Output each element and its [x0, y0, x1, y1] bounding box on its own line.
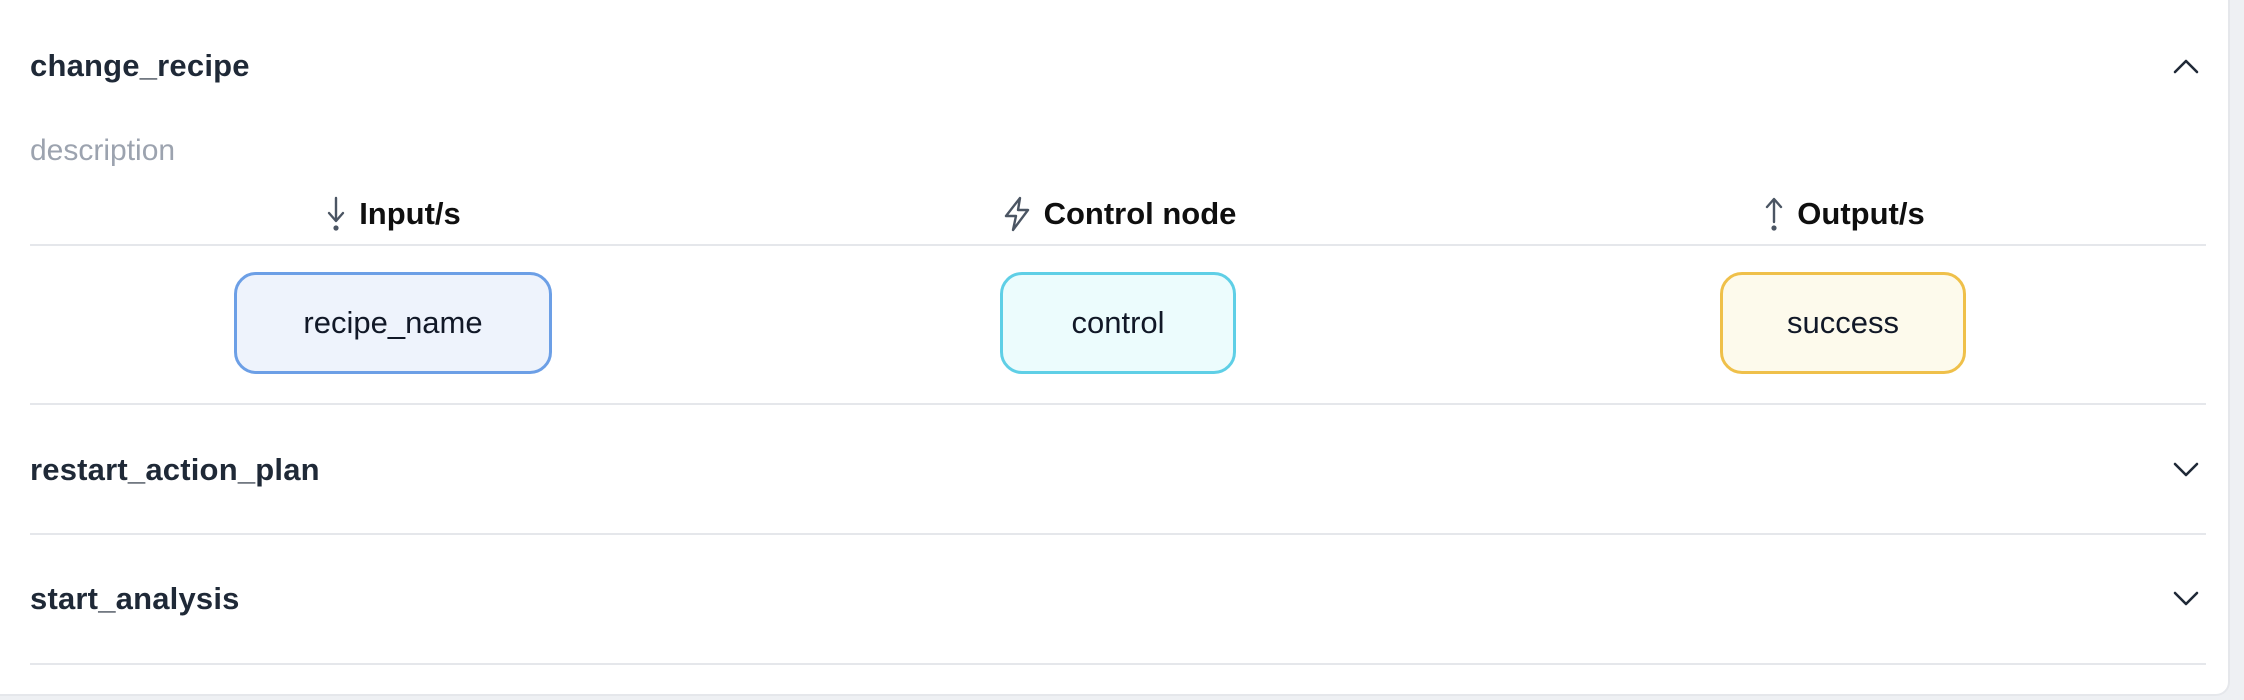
column-outputs-label: Output/s: [1797, 196, 1925, 231]
section-title: change_recipe: [30, 48, 250, 83]
column-control-label: Control node: [1043, 196, 1237, 231]
column-inputs-label: Input/s: [359, 196, 461, 231]
methods-panel: change_recipe description Input/s Contro…: [0, 0, 2230, 696]
input-node[interactable]: recipe_name: [234, 272, 552, 374]
section-description: description: [30, 134, 176, 167]
accordion-header-change-recipe[interactable]: change_recipe: [30, 40, 2206, 92]
chevron-up-icon[interactable]: [2170, 50, 2202, 82]
arrow-down-icon: [325, 196, 347, 232]
accordion-change-recipe: change_recipe: [30, 40, 2206, 92]
accordion-header-restart-action-plan[interactable]: restart_action_plan: [30, 444, 2206, 496]
section-divider: [30, 533, 2206, 535]
accordion-start-analysis: start_analysis: [30, 573, 2206, 625]
lightning-icon: [1002, 196, 1032, 232]
column-control-header: Control node: [756, 184, 1482, 244]
column-inputs-header: Input/s: [30, 184, 756, 244]
accordion-restart-action-plan: restart_action_plan: [30, 444, 2206, 496]
control-node[interactable]: control: [1000, 272, 1236, 374]
section-divider: [30, 403, 2206, 405]
section-divider: [30, 663, 2206, 665]
column-outputs-header: Output/s: [1482, 184, 2206, 244]
accordion-header-start-analysis[interactable]: start_analysis: [30, 573, 2206, 625]
section-title: restart_action_plan: [30, 452, 320, 487]
arrow-up-icon: [1763, 196, 1785, 232]
section-title: start_analysis: [30, 581, 240, 616]
columns-header: Input/s Control node Output/s: [30, 184, 2206, 246]
chevron-down-icon[interactable]: [2170, 583, 2202, 615]
output-node[interactable]: success: [1720, 272, 1966, 374]
chevron-down-icon[interactable]: [2170, 454, 2202, 486]
section-description-wrap: description: [30, 134, 2206, 168]
